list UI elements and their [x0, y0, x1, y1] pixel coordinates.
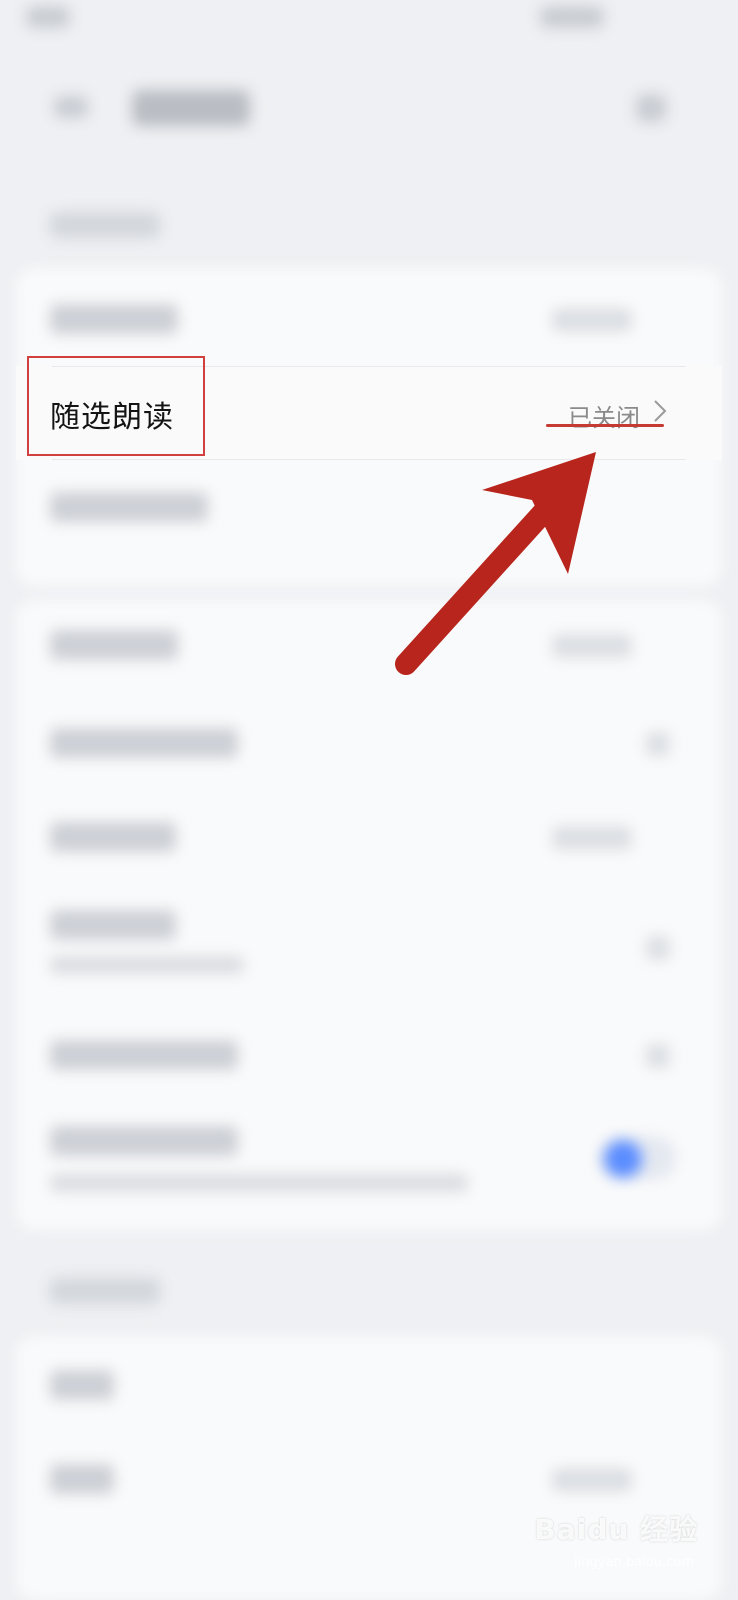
blurred-background — [0, 0, 738, 1600]
watermark-url: jingyan.baidu.com — [574, 1555, 694, 1570]
highlight-underline — [546, 424, 664, 427]
setting-value — [552, 308, 632, 332]
section-header — [50, 1278, 160, 1304]
highlight-box — [27, 356, 205, 456]
status-bar-icons — [540, 6, 604, 28]
setting-row[interactable] — [50, 492, 208, 522]
setting-row[interactable] — [50, 304, 178, 334]
setting-row[interactable] — [50, 1126, 238, 1156]
toggle-knob — [604, 1140, 642, 1178]
setting-row[interactable] — [50, 1464, 114, 1494]
setting-value — [552, 1468, 632, 1492]
setting-row[interactable] — [50, 1370, 114, 1400]
setting-value — [552, 826, 632, 850]
watermark-logo: Baidu 经验 — [534, 1513, 698, 1546]
setting-row[interactable] — [50, 728, 238, 758]
setting-description — [50, 1174, 468, 1192]
settings-screen: 随选朗读 已关闭 Baidu 经验 jingyan.baidu.com — [0, 0, 738, 1600]
setting-row[interactable] — [50, 910, 176, 940]
chevron-right-icon — [646, 732, 670, 756]
page-title — [132, 90, 250, 126]
setting-value — [552, 634, 632, 658]
section-header — [50, 212, 160, 238]
header-action-icon[interactable] — [636, 94, 666, 122]
chevron-right-icon — [646, 936, 670, 960]
setting-row[interactable] — [50, 630, 178, 660]
row-divider — [52, 459, 686, 460]
settings-card — [16, 600, 722, 1230]
setting-row[interactable] — [50, 822, 176, 852]
status-bar-time — [26, 6, 70, 28]
chevron-right-icon — [654, 400, 667, 422]
setting-description — [50, 956, 244, 974]
setting-status-value[interactable]: 已关闭 — [568, 398, 640, 433]
chevron-right-icon — [646, 1044, 670, 1068]
setting-row[interactable] — [50, 1040, 238, 1070]
back-icon[interactable] — [54, 96, 88, 118]
toggle-switch[interactable] — [598, 1136, 676, 1180]
